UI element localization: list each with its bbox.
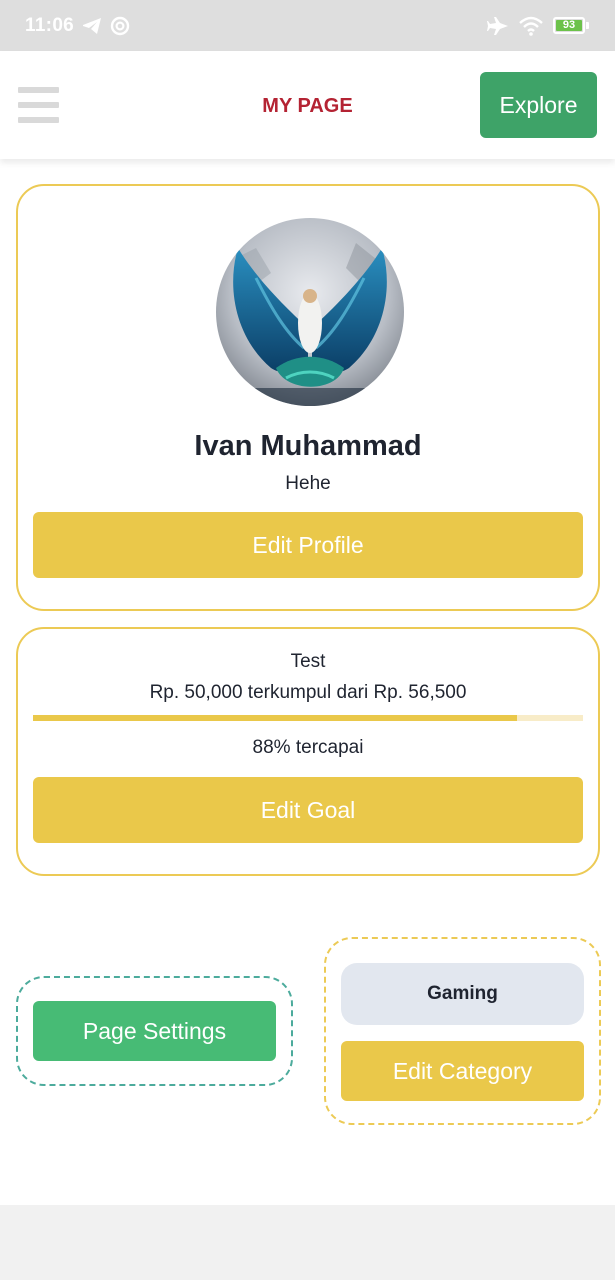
- explore-button[interactable]: Explore: [480, 72, 597, 138]
- wifi-icon: [519, 16, 543, 36]
- category-badge: Gaming: [341, 963, 584, 1025]
- edit-category-button[interactable]: Edit Category: [341, 1041, 584, 1101]
- status-bar-right: 93: [487, 16, 589, 36]
- profile-bio: Hehe: [285, 473, 331, 494]
- telegram-icon: [82, 17, 102, 35]
- goal-title: Test: [290, 651, 326, 672]
- goal-progress-fill: [33, 715, 517, 721]
- goal-amount: Rp. 50,000 terkumpul dari Rp. 56,500: [149, 682, 467, 703]
- category-section: Gaming Edit Category: [324, 937, 601, 1125]
- status-time: 11:06: [25, 14, 75, 36]
- avatar: [216, 218, 404, 406]
- profile-name: Ivan Muhammad: [194, 430, 422, 462]
- edit-goal-button[interactable]: Edit Goal: [33, 777, 583, 843]
- page-settings-button[interactable]: Page Settings: [33, 1001, 276, 1061]
- page-settings-section: Page Settings: [16, 976, 293, 1086]
- profile-card: Ivan Muhammad Hehe Edit Profile: [16, 184, 600, 611]
- at-sign-icon: [110, 16, 130, 36]
- status-bar: 11:06 93: [0, 0, 615, 51]
- goal-card: Test Rp. 50,000 terkumpul dari Rp. 56,50…: [16, 627, 600, 876]
- goal-progress-bar: [33, 715, 583, 721]
- edit-profile-button[interactable]: Edit Profile: [33, 512, 583, 578]
- app-header: MY PAGE Explore: [0, 51, 615, 159]
- status-bar-left: 11:06: [25, 15, 130, 37]
- goal-percent: 88% tercapai: [252, 737, 364, 758]
- bottom-area: [0, 1205, 615, 1280]
- battery-icon: 93: [553, 17, 589, 34]
- battery-level: 93: [556, 20, 582, 31]
- airplane-icon: [487, 16, 509, 36]
